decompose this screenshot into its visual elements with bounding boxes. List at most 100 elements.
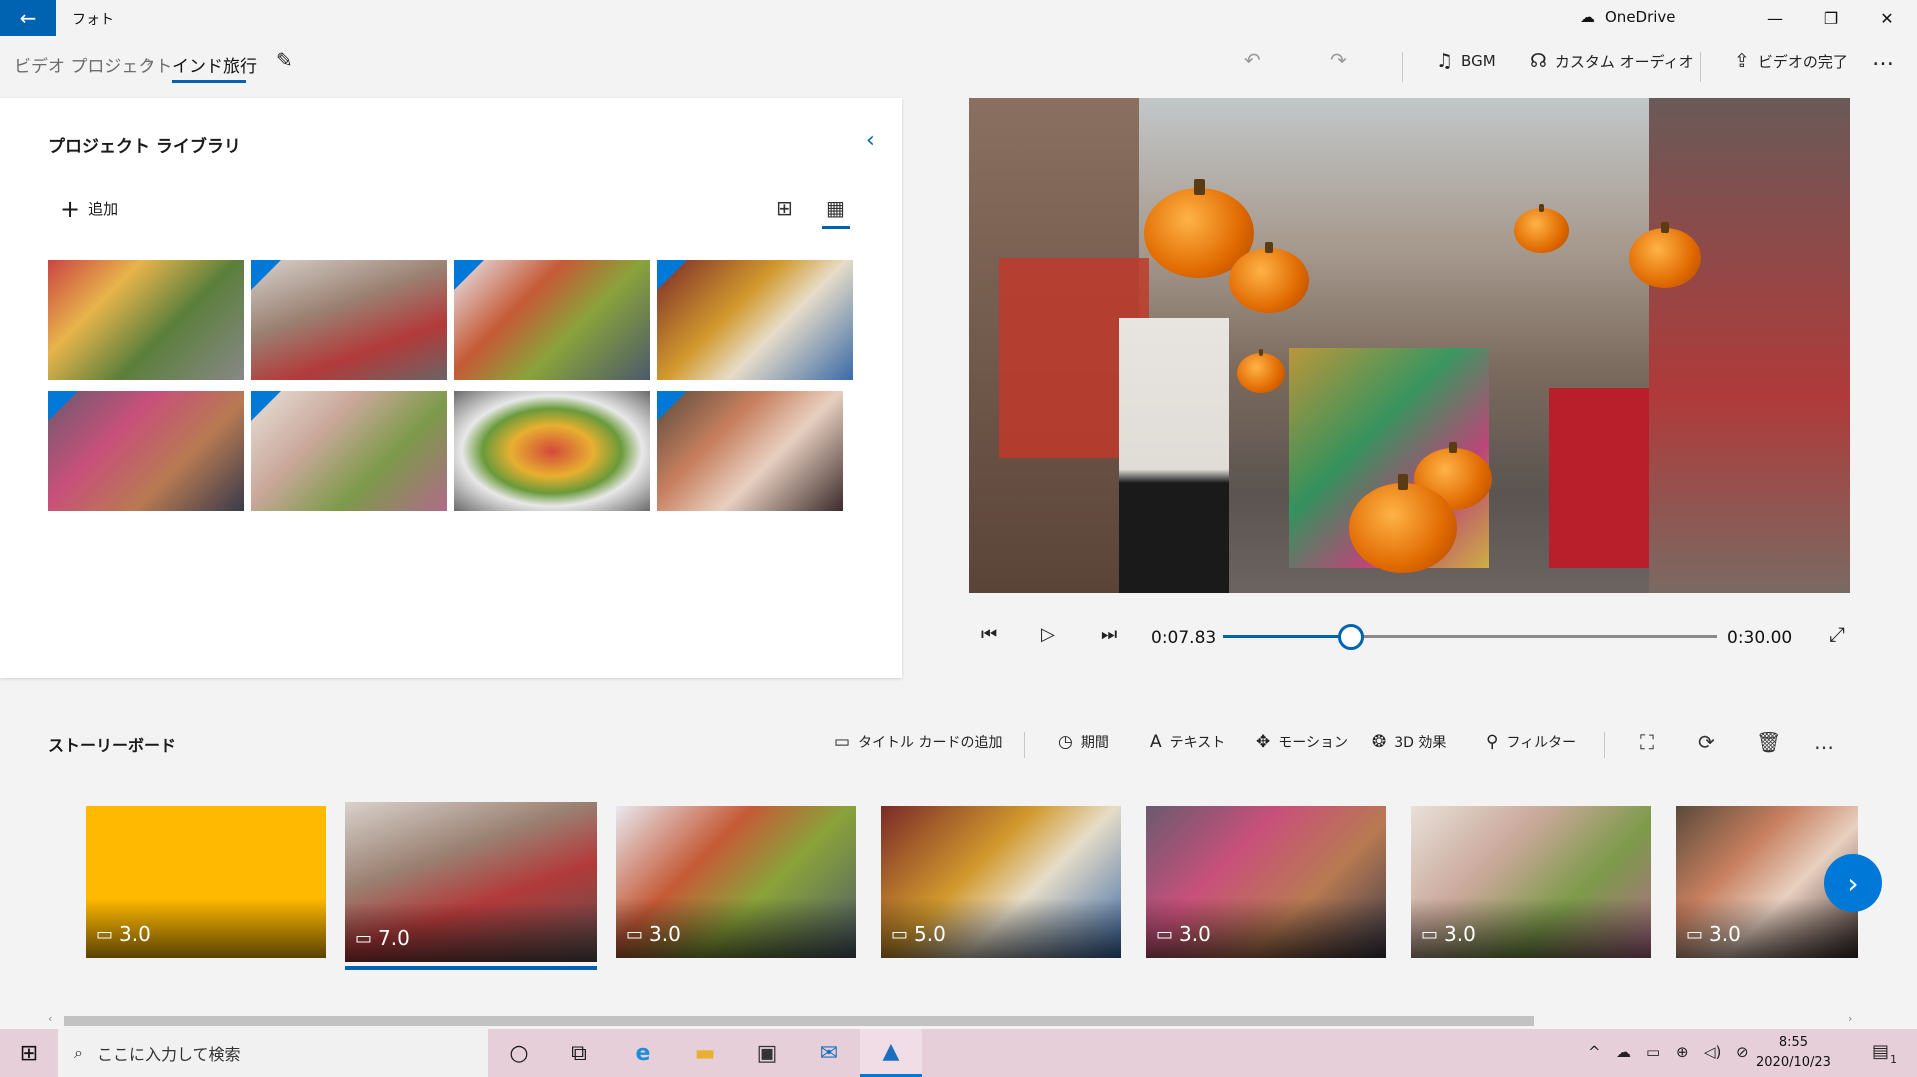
taskbar-photos[interactable]: ▲	[860, 1029, 922, 1077]
view-selected-indicator	[822, 226, 850, 229]
clip-duration-value: 3.0	[1179, 922, 1211, 946]
task-view-button[interactable]: ⧉	[548, 1029, 610, 1077]
title-card-icon: ▭	[834, 732, 851, 752]
pumpkin-sticker[interactable]	[1629, 222, 1701, 288]
bgm-button[interactable]: ♫ BGM	[1436, 50, 1496, 72]
filters-button[interactable]: ⚲ フィルター	[1486, 732, 1576, 752]
library-item[interactable]	[48, 391, 244, 511]
start-button[interactable]: ⊞	[0, 1029, 58, 1077]
redo-icon[interactable]: ↷	[1330, 48, 1347, 72]
cortana-button[interactable]: ○	[488, 1029, 550, 1077]
storyboard-panel: ストーリーボード ▭ タイトル カードの追加 ◷ 期間 A テキスト ✥ モーシ…	[0, 708, 1917, 1028]
storyboard-next-button[interactable]: ›	[1824, 854, 1882, 912]
3d-effects-button[interactable]: ❂ 3D 効果	[1372, 732, 1446, 752]
scrollbar-thumb[interactable]	[64, 1016, 1534, 1026]
app-title: フォト	[72, 12, 114, 28]
project-library-title: プロジェクト ライブラリ	[48, 137, 241, 157]
volume-icon[interactable]: ◁)	[1704, 1043, 1721, 1061]
image-icon: ▭	[96, 923, 114, 945]
add-title-card-button[interactable]: ▭ タイトル カードの追加	[834, 732, 1003, 752]
storyboard-clip[interactable]: ▭ 5.0	[881, 806, 1121, 958]
used-in-project-marker	[454, 260, 484, 290]
filters-label: フィルター	[1506, 735, 1577, 751]
duration-button[interactable]: ◷ 期間	[1058, 732, 1109, 752]
play-icon[interactable]: ▷	[1041, 624, 1055, 645]
taskbar-file-explorer[interactable]: ▬	[674, 1029, 736, 1077]
taskbar-edge[interactable]: e	[612, 1029, 674, 1077]
rotate-icon[interactable]: ⟳	[1698, 730, 1715, 754]
custom-audio-button[interactable]: ☊ カスタム オーディオ	[1530, 50, 1694, 72]
library-item[interactable]	[657, 391, 843, 511]
library-item[interactable]	[454, 391, 650, 511]
maximize-button[interactable]: ❐	[1803, 0, 1859, 36]
storyboard-clip[interactable]: ▭ 3.0	[1411, 806, 1651, 958]
fullscreen-icon[interactable]: ⤢	[1829, 622, 1845, 646]
mic-muted-icon[interactable]: ⊘	[1736, 1043, 1749, 1061]
text-button[interactable]: A テキスト	[1150, 732, 1225, 752]
storyboard-clip[interactable]: ▭ 3.0	[1146, 806, 1386, 958]
show-hidden-icons[interactable]: ^	[1588, 1043, 1601, 1061]
notification-icon[interactable]: ▤	[1872, 1041, 1889, 1062]
preview-motorbike	[1549, 388, 1649, 568]
clip-duration-value: 3.0	[649, 922, 681, 946]
pumpkin-sticker[interactable]	[1237, 349, 1285, 393]
back-button[interactable]: ←	[0, 0, 56, 36]
taskbar-mail[interactable]: ✉	[798, 1029, 860, 1077]
library-item[interactable]	[48, 260, 244, 380]
clip-duration: ▭ 3.0	[96, 922, 151, 946]
seek-handle[interactable]	[1338, 624, 1365, 650]
storyboard-more-icon[interactable]: …	[1814, 730, 1836, 754]
storyboard-title: ストーリーボード	[48, 736, 177, 755]
library-item[interactable]	[657, 260, 853, 380]
network-icon[interactable]: ⊕	[1676, 1043, 1689, 1061]
motion-button[interactable]: ✥ モーション	[1256, 732, 1348, 752]
storyboard-clip-title-card[interactable]: ▭ 3.0	[86, 806, 326, 958]
taskbar-search-box[interactable]: ⌕ ここに入力して検索	[58, 1029, 488, 1077]
photos-icon: ▲	[882, 1039, 900, 1064]
collapse-chevron-icon[interactable]: ‹	[866, 128, 875, 153]
scroll-right-icon[interactable]: ›	[1848, 1012, 1852, 1025]
taskbar-store[interactable]: ▣	[736, 1029, 798, 1077]
pumpkin-sticker[interactable]	[1229, 241, 1309, 313]
rename-pencil-icon[interactable]: ✎	[276, 48, 293, 72]
video-preview[interactable]	[969, 98, 1850, 593]
large-thumbnails-icon[interactable]: ⊞	[776, 196, 793, 220]
library-item[interactable]	[251, 260, 447, 380]
delete-icon[interactable]: 🗑	[1756, 730, 1781, 754]
crop-icon[interactable]: ⛶	[1640, 730, 1654, 754]
image-icon: ▭	[355, 927, 373, 949]
small-thumbnails-icon[interactable]: ▦	[826, 196, 845, 220]
more-options-icon[interactable]: …	[1872, 46, 1896, 71]
pumpkin-sticker[interactable]	[1514, 203, 1569, 253]
storyboard-clip-selected[interactable]: ▭ 7.0	[345, 802, 597, 962]
finish-video-button[interactable]: ⇪ ビデオの完了	[1734, 50, 1848, 72]
close-button[interactable]: ✕	[1859, 0, 1915, 36]
used-in-project-marker	[251, 391, 281, 421]
clip-duration-value: 3.0	[119, 922, 151, 946]
previous-frame-icon[interactable]: ⏮	[981, 624, 997, 645]
battery-icon[interactable]: ▭	[1646, 1043, 1660, 1061]
onedrive-status[interactable]: ☁ OneDrive	[1580, 8, 1676, 26]
undo-icon[interactable]: ↶	[1244, 48, 1261, 72]
text-label: テキスト	[1169, 735, 1226, 751]
pumpkin-sticker[interactable]	[1349, 474, 1457, 573]
library-item[interactable]	[251, 391, 447, 511]
minimize-button[interactable]: —	[1747, 0, 1803, 36]
project-toolbar: ビデオ プロジェクト › インド旅行 ✎ ↶ ↷ ♫ BGM ☊ カスタム オー…	[0, 36, 1917, 98]
pumpkin-stem	[1661, 222, 1669, 233]
next-frame-icon[interactable]: ⏭	[1101, 624, 1117, 645]
onedrive-label: OneDrive	[1605, 8, 1676, 26]
plus-icon: +	[60, 194, 81, 223]
scroll-left-icon[interactable]: ‹	[48, 1012, 52, 1025]
taskbar-clock[interactable]: 8:55 2020/10/23	[1756, 1033, 1831, 1073]
current-time: 0:07.83	[1151, 628, 1217, 648]
storyboard-clip[interactable]: ▭ 3.0	[616, 806, 856, 958]
seek-progress	[1223, 635, 1352, 638]
storyboard-scrollbar[interactable]: ‹ ›	[48, 1012, 1858, 1026]
filter-icon: ⚲	[1486, 732, 1499, 752]
chevron-right-icon: ›	[1847, 866, 1859, 900]
add-media-button[interactable]: + 追加	[60, 194, 118, 223]
seek-slider[interactable]	[1223, 624, 1717, 650]
library-item[interactable]	[454, 260, 650, 380]
onedrive-tray-icon[interactable]: ☁	[1616, 1043, 1631, 1061]
